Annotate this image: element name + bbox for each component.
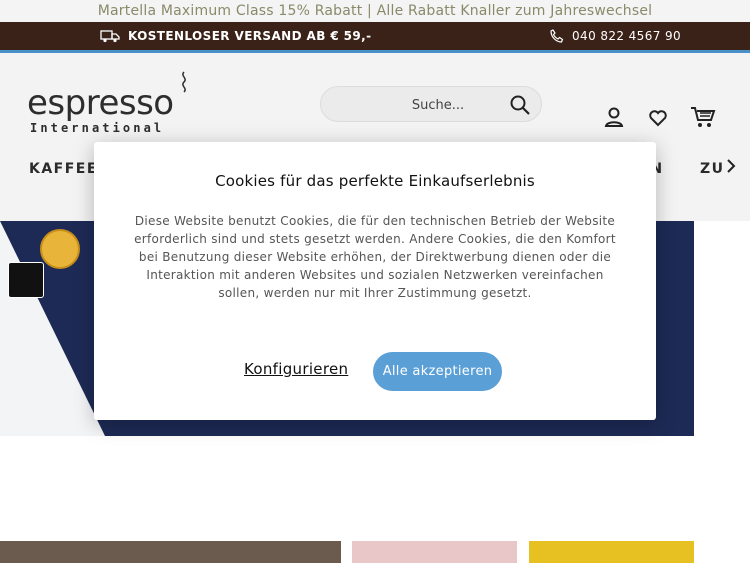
- heart-icon[interactable]: [646, 105, 670, 129]
- brand-badge-icon: [8, 262, 44, 298]
- cookie-description: Diese Website benutzt Cookies, die für d…: [134, 214, 616, 300]
- certification-seal: [40, 229, 80, 269]
- search-icon[interactable]: [509, 94, 531, 116]
- product-tile-1[interactable]: [0, 541, 341, 563]
- logo-subtitle: International: [30, 121, 165, 135]
- phone-number: 040 822 4567 90: [572, 29, 682, 43]
- logo-wordmark: espresso: [27, 83, 174, 123]
- phone-info[interactable]: 040 822 4567 90: [550, 22, 681, 50]
- configure-button[interactable]: Konfigurieren: [244, 360, 348, 378]
- chevron-right-icon[interactable]: [726, 159, 736, 173]
- accept-all-button[interactable]: Alle akzeptieren: [373, 352, 502, 391]
- cookie-title: Cookies für das perfekte Einkaufserlebni…: [215, 172, 535, 190]
- site-logo[interactable]: espresso International: [27, 71, 202, 135]
- search-box[interactable]: [320, 86, 542, 122]
- cart-icon[interactable]: [690, 105, 716, 129]
- phone-icon: [550, 29, 564, 43]
- truck-icon: [100, 30, 120, 43]
- cookie-consent-dialog: Cookies für das perfekte Einkaufserlebni…: [94, 142, 656, 420]
- search-input[interactable]: [371, 94, 505, 116]
- shipping-info: KOSTENLOSER VERSAND AB € 59,-: [100, 22, 372, 50]
- product-tile-3[interactable]: [529, 541, 694, 563]
- shipping-label: KOSTENLOSER VERSAND AB € 59,-: [128, 29, 372, 43]
- account-icon[interactable]: [602, 105, 626, 129]
- promo-banner[interactable]: Martella Maximum Class 15% Rabatt | Alle…: [0, 0, 750, 22]
- steam-icon: [182, 71, 186, 93]
- product-tile-2[interactable]: [352, 541, 517, 563]
- nav-item-zubehoer[interactable]: ZU: [700, 161, 725, 177]
- top-info-bar: KOSTENLOSER VERSAND AB € 59,- 040 822 45…: [0, 22, 750, 53]
